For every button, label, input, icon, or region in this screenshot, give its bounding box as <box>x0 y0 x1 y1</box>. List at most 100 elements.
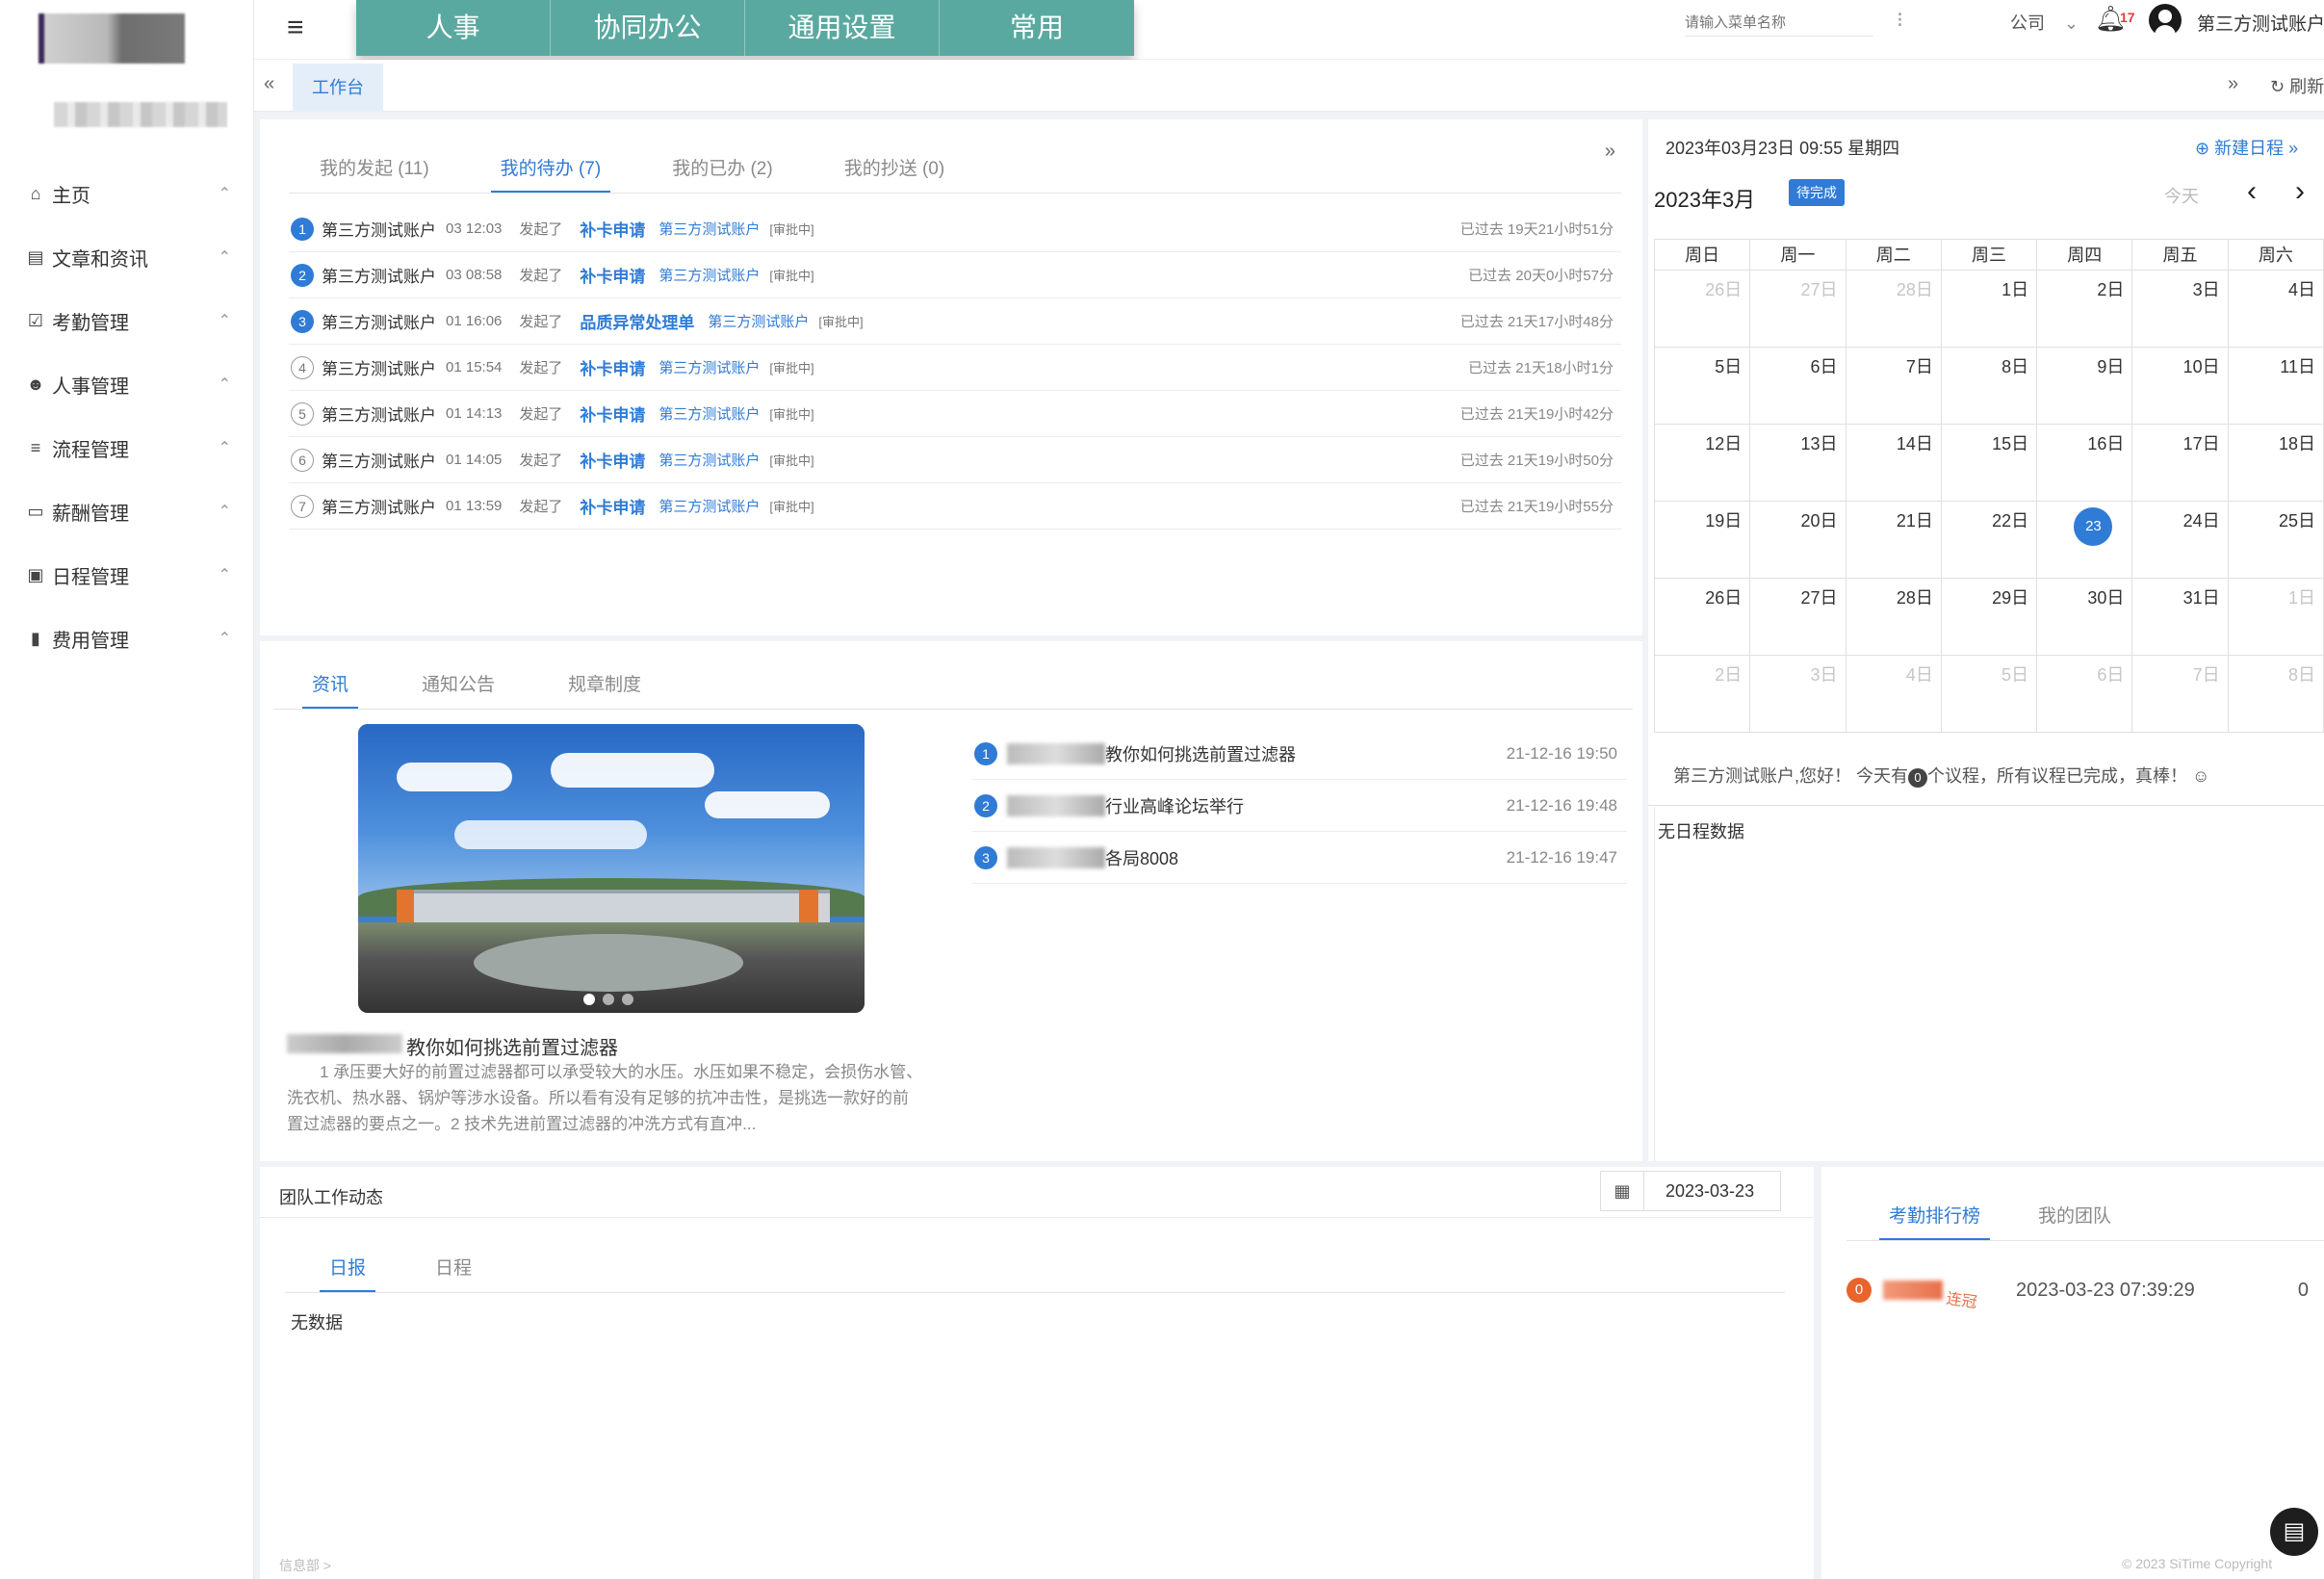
calendar-day[interactable]: 14日 <box>1846 425 1942 502</box>
calendar-day[interactable]: 6日 <box>1750 348 1846 425</box>
top-menu-item[interactable]: 常用 <box>940 0 1134 56</box>
calendar-day[interactable]: 2日 <box>2037 271 2133 348</box>
calendar-day[interactable]: 5日 <box>1941 656 2038 733</box>
calendar-day[interactable]: 5日 <box>1655 348 1751 425</box>
more-icon[interactable]: » <box>1605 141 1615 163</box>
todo-row[interactable]: 4 第三方测试账户 01 15:54 发起了 补卡申请 第三方测试账户 [审批中] 已过去 2… <box>289 345 1621 391</box>
sidebar-item[interactable]: ▤ 文章和资讯 ⌃ <box>0 225 254 289</box>
next-month-icon[interactable]: › <box>2295 175 2305 208</box>
news-list-item[interactable]: 3 各局8008 21-12-16 19:47 <box>972 832 1627 884</box>
hamburger-menu-icon[interactable]: ≡ <box>287 13 304 42</box>
company-select[interactable]: 公司 ⌄ <box>2010 10 2079 35</box>
calendar-day[interactable]: 27日 <box>1750 271 1846 348</box>
calendar-day[interactable]: 26日 <box>1655 271 1751 348</box>
calendar-day[interactable]: 6日 <box>2037 656 2133 733</box>
row-account-link[interactable]: 第三方测试账户 <box>658 496 760 516</box>
row-request-type-link[interactable]: 补卡申请 <box>580 217 645 241</box>
calendar-day[interactable]: 1日 <box>1941 271 2038 348</box>
calendar-day[interactable]: 16日 <box>2037 425 2133 502</box>
news-list-item[interactable]: 2 行业高峰论坛举行 21-12-16 19:48 <box>972 780 1627 832</box>
calendar-day[interactable]: 29日 <box>1941 579 2038 656</box>
sidebar-item[interactable]: ⌂ 主页 ⌃ <box>0 162 254 225</box>
refresh-button[interactable]: ↻ 刷新 <box>2270 73 2324 98</box>
carousel-dot[interactable] <box>603 994 614 1005</box>
tab[interactable]: 我的待办 (7) <box>490 154 611 194</box>
row-request-type-link[interactable]: 补卡申请 <box>580 494 645 518</box>
news-carousel-image[interactable] <box>358 724 865 1013</box>
calendar-day[interactable]: 8日 <box>2228 656 2324 733</box>
calendar-day[interactable]: 24日 <box>2132 502 2229 579</box>
username[interactable]: 第三方测试账户 <box>2197 10 2324 36</box>
menu-search-input[interactable] <box>1685 10 1873 37</box>
todo-row[interactable]: 6 第三方测试账户 01 14:05 发起了 补卡申请 第三方测试账户 [审批中] 已过去 2… <box>289 437 1621 483</box>
calendar-day[interactable]: 13日 <box>1750 425 1846 502</box>
todo-row[interactable]: 7 第三方测试账户 01 13:59 发起了 补卡申请 第三方测试账户 [审批中] 已过去 2… <box>289 483 1621 530</box>
calendar-day[interactable]: 12日 <box>1655 425 1751 502</box>
tab[interactable]: 资讯 <box>302 670 359 710</box>
row-account-link[interactable]: 第三方测试账户 <box>658 357 760 377</box>
tab[interactable]: 我的已办 (2) <box>662 154 783 180</box>
tab[interactable]: 考勤排行榜 <box>1879 1202 1991 1241</box>
sidebar-item[interactable]: ≡ 流程管理 ⌃ <box>0 416 254 479</box>
sidebar-item[interactable]: ☻ 人事管理 ⌃ <box>0 352 254 416</box>
todo-row[interactable]: 2 第三方测试账户 03 08:58 发起了 补卡申请 第三方测试账户 [审批中] 已过去 2… <box>289 252 1621 298</box>
todo-row[interactable]: 1 第三方测试账户 03 12:03 发起了 补卡申请 第三方测试账户 [审批中] 已过去 1… <box>289 206 1621 252</box>
new-event-button[interactable]: ⊕ 新建日程 » <box>2195 135 2298 160</box>
more-options-icon[interactable]: ⁝ <box>1897 8 1903 33</box>
row-account-link[interactable]: 第三方测试账户 <box>658 403 760 424</box>
calendar-day[interactable]: 19日 <box>1655 502 1751 579</box>
calendar-day[interactable]: 21日 <box>1846 502 1942 579</box>
date-picker-input[interactable]: 2023-03-23 <box>1642 1171 1781 1211</box>
calendar-day[interactable]: 7日 <box>2132 656 2229 733</box>
footer-link[interactable]: 信息部 > <box>279 1556 331 1575</box>
tab[interactable]: 规章制度 <box>558 670 651 696</box>
calendar-day[interactable]: 4日 <box>2228 271 2324 348</box>
sidebar-item[interactable]: ▭ 薪酬管理 ⌃ <box>0 479 254 543</box>
news-list-item[interactable]: 1 教你如何挑选前置过滤器 21-12-16 19:50 <box>972 728 1627 780</box>
calendar-day[interactable]: 20日 <box>1750 502 1846 579</box>
calendar-day[interactable]: 11日 <box>2228 348 2324 425</box>
calendar-day[interactable]: 25日 <box>2228 502 2324 579</box>
calendar-day-today[interactable]: 23 <box>2037 502 2133 579</box>
row-account-link[interactable]: 第三方测试账户 <box>708 311 809 331</box>
row-request-type-link[interactable]: 品质异常处理单 <box>580 309 694 333</box>
tab[interactable]: 通知公告 <box>412 670 504 696</box>
todo-row[interactable]: 5 第三方测试账户 01 14:13 发起了 补卡申请 第三方测试账户 [审批中] 已过去 2… <box>289 391 1621 437</box>
row-account-link[interactable]: 第三方测试账户 <box>658 450 760 470</box>
tab[interactable]: 日程 <box>426 1254 481 1280</box>
row-request-type-link[interactable]: 补卡申请 <box>580 263 645 287</box>
calendar-day[interactable]: 8日 <box>1941 348 2038 425</box>
calendar-day[interactable]: 2日 <box>1655 656 1751 733</box>
calendar-day[interactable]: 3日 <box>2132 271 2229 348</box>
today-button[interactable]: 今天 <box>2164 183 2199 208</box>
user-avatar[interactable] <box>2149 4 2182 37</box>
calendar-day[interactable]: 22日 <box>1941 502 2038 579</box>
tab[interactable]: 日报 <box>320 1254 376 1293</box>
calendar-day[interactable]: 3日 <box>1750 656 1846 733</box>
sidebar-item[interactable]: ▮ 费用管理 ⌃ <box>0 607 254 670</box>
calendar-day[interactable]: 17日 <box>2132 425 2229 502</box>
row-request-type-link[interactable]: 补卡申请 <box>580 355 645 379</box>
sidebar-item[interactable]: ☑ 考勤管理 ⌃ <box>0 289 254 352</box>
tab[interactable]: 我的发起 (11) <box>310 154 439 180</box>
calendar-day[interactable]: 26日 <box>1655 579 1751 656</box>
todo-row[interactable]: 3 第三方测试账户 01 16:06 发起了 品质异常处理单 第三方测试账户 [审批中] 已过… <box>289 298 1621 345</box>
floating-assistant-icon[interactable]: ▤ <box>2270 1508 2318 1556</box>
calendar-day[interactable]: 15日 <box>1941 425 2038 502</box>
scroll-tabs-right-icon[interactable]: » <box>2228 73 2238 95</box>
row-account-link[interactable]: 第三方测试账户 <box>658 265 760 285</box>
row-request-type-link[interactable]: 补卡申请 <box>580 401 645 426</box>
top-menu-item[interactable]: 人事 <box>356 0 551 56</box>
calendar-day[interactable]: 1日 <box>2228 579 2324 656</box>
calendar-icon[interactable]: ▦ <box>1600 1171 1644 1211</box>
calendar-day[interactable]: 9日 <box>2037 348 2133 425</box>
sidebar-item[interactable]: ▣ 日程管理 ⌃ <box>0 543 254 607</box>
row-account-link[interactable]: 第三方测试账户 <box>658 219 760 239</box>
rank-row[interactable]: 0 连冠 2023-03-23 07:39:29 0 <box>1846 1271 2318 1311</box>
calendar-day[interactable]: 31日 <box>2132 579 2229 656</box>
calendar-day[interactable]: 28日 <box>1846 271 1942 348</box>
calendar-day[interactable]: 18日 <box>2228 425 2324 502</box>
tab[interactable]: 我的抄送 (0) <box>835 154 955 180</box>
calendar-day[interactable]: 10日 <box>2132 348 2229 425</box>
calendar-day[interactable]: 30日 <box>2037 579 2133 656</box>
